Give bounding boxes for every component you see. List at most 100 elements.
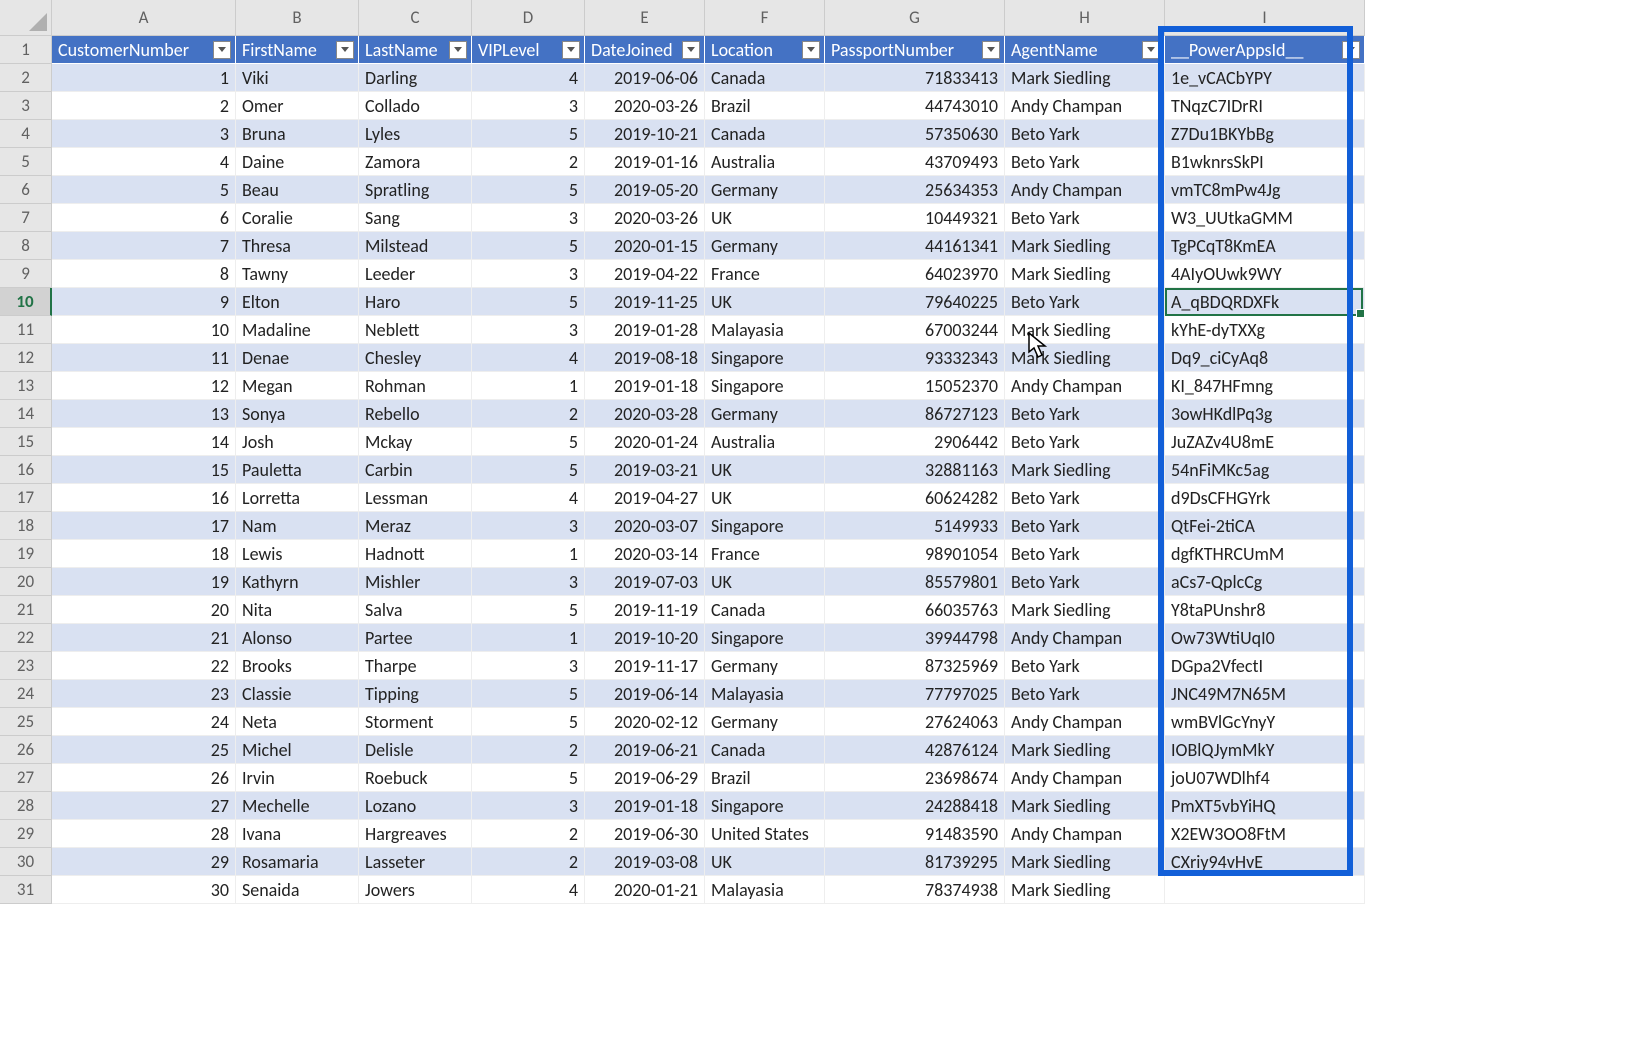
cell[interactable]: d9DsCFHGYrk bbox=[1165, 484, 1365, 512]
cell[interactable]: 2 bbox=[52, 92, 236, 120]
cell[interactable]: 2 bbox=[472, 400, 585, 428]
cell[interactable]: Andy Champan bbox=[1005, 764, 1165, 792]
cell[interactable]: 3 bbox=[52, 120, 236, 148]
filter-dropdown-icon[interactable] bbox=[562, 41, 580, 59]
cell[interactable]: 19 bbox=[52, 568, 236, 596]
cell[interactable]: 4 bbox=[52, 148, 236, 176]
cell[interactable]: Canada bbox=[705, 736, 825, 764]
cell[interactable]: 86727123 bbox=[825, 400, 1005, 428]
cell[interactable]: 4 bbox=[472, 876, 585, 904]
cell[interactable]: 79640225 bbox=[825, 288, 1005, 316]
cell[interactable]: 2019-01-16 bbox=[585, 148, 705, 176]
cell[interactable]: 71833413 bbox=[825, 64, 1005, 92]
cell[interactable]: Ow73WtiUqI0 bbox=[1165, 624, 1365, 652]
cell[interactable]: Dq9_ciCyAq8 bbox=[1165, 344, 1365, 372]
cell[interactable]: Andy Champan bbox=[1005, 708, 1165, 736]
cell[interactable]: UK bbox=[705, 484, 825, 512]
row-header-30[interactable]: 30 bbox=[0, 848, 52, 876]
cell[interactable]: 24288418 bbox=[825, 792, 1005, 820]
cell[interactable]: Y8taPUnshr8 bbox=[1165, 596, 1365, 624]
cell[interactable]: Lyles bbox=[359, 120, 472, 148]
cell[interactable]: 2019-10-21 bbox=[585, 120, 705, 148]
cell[interactable]: 10449321 bbox=[825, 204, 1005, 232]
cell[interactable]: 44743010 bbox=[825, 92, 1005, 120]
cell[interactable]: Andy Champan bbox=[1005, 624, 1165, 652]
cell[interactable]: 32881163 bbox=[825, 456, 1005, 484]
cell[interactable]: 3 bbox=[472, 792, 585, 820]
cell[interactable]: 5 bbox=[472, 232, 585, 260]
cell[interactable]: 2 bbox=[472, 736, 585, 764]
row-header-18[interactable]: 18 bbox=[0, 512, 52, 540]
cell[interactable]: 2906442 bbox=[825, 428, 1005, 456]
row-header-17[interactable]: 17 bbox=[0, 484, 52, 512]
spreadsheet-grid[interactable]: ABCDEFGHI1CustomerNumberFirstNameLastNam… bbox=[0, 0, 1628, 904]
cell[interactable]: CXriy94vHvE bbox=[1165, 848, 1365, 876]
cell[interactable]: 5 bbox=[52, 176, 236, 204]
cell[interactable]: B1wknrsSkPI bbox=[1165, 148, 1365, 176]
cell[interactable]: Beto Yark bbox=[1005, 568, 1165, 596]
cell[interactable]: Beto Yark bbox=[1005, 652, 1165, 680]
cell[interactable]: 2019-03-08 bbox=[585, 848, 705, 876]
cell[interactable]: UK bbox=[705, 204, 825, 232]
cell[interactable]: Brazil bbox=[705, 92, 825, 120]
row-header-28[interactable]: 28 bbox=[0, 792, 52, 820]
cell[interactable]: Beto Yark bbox=[1005, 484, 1165, 512]
cell[interactable]: Josh bbox=[236, 428, 359, 456]
cell[interactable]: Partee bbox=[359, 624, 472, 652]
cell[interactable]: 4 bbox=[472, 64, 585, 92]
cell[interactable]: 3 bbox=[472, 568, 585, 596]
column-header-H[interactable]: H bbox=[1005, 0, 1165, 36]
cell[interactable]: 77797025 bbox=[825, 680, 1005, 708]
row-header-31[interactable]: 31 bbox=[0, 876, 52, 904]
filter-dropdown-icon[interactable] bbox=[1142, 41, 1160, 59]
cell[interactable]: 3 bbox=[472, 652, 585, 680]
cell[interactable]: Mechelle bbox=[236, 792, 359, 820]
table-header-datejoined[interactable]: DateJoined bbox=[585, 36, 705, 64]
cell[interactable]: 3 bbox=[472, 316, 585, 344]
cell[interactable]: 87325969 bbox=[825, 652, 1005, 680]
cell[interactable]: Coralie bbox=[236, 204, 359, 232]
row-header-22[interactable]: 22 bbox=[0, 624, 52, 652]
cell[interactable]: Lasseter bbox=[359, 848, 472, 876]
cell[interactable]: dgfKTHRCUmM bbox=[1165, 540, 1365, 568]
cell[interactable]: Daine bbox=[236, 148, 359, 176]
cell[interactable]: Elton bbox=[236, 288, 359, 316]
cell[interactable]: UK bbox=[705, 568, 825, 596]
row-header-4[interactable]: 4 bbox=[0, 120, 52, 148]
cell[interactable]: 91483590 bbox=[825, 820, 1005, 848]
cell[interactable]: Mark Siedling bbox=[1005, 848, 1165, 876]
cell[interactable]: 5 bbox=[472, 596, 585, 624]
cell[interactable]: 2019-01-18 bbox=[585, 372, 705, 400]
cell[interactable]: 26 bbox=[52, 764, 236, 792]
cell[interactable]: 2020-03-07 bbox=[585, 512, 705, 540]
cell[interactable]: Kathyrn bbox=[236, 568, 359, 596]
cell[interactable]: KI_847HFmng bbox=[1165, 372, 1365, 400]
cell[interactable]: 23698674 bbox=[825, 764, 1005, 792]
cell[interactable]: 25634353 bbox=[825, 176, 1005, 204]
row-header-19[interactable]: 19 bbox=[0, 540, 52, 568]
cell[interactable]: 2019-11-19 bbox=[585, 596, 705, 624]
cell[interactable]: Delisle bbox=[359, 736, 472, 764]
cell[interactable]: Germany bbox=[705, 232, 825, 260]
cell[interactable]: Neblett bbox=[359, 316, 472, 344]
cell[interactable]: Chesley bbox=[359, 344, 472, 372]
row-header-2[interactable]: 2 bbox=[0, 64, 52, 92]
cell[interactable]: Andy Champan bbox=[1005, 372, 1165, 400]
row-header-7[interactable]: 7 bbox=[0, 204, 52, 232]
cell[interactable]: Salva bbox=[359, 596, 472, 624]
row-header-3[interactable]: 3 bbox=[0, 92, 52, 120]
cell[interactable]: Beto Yark bbox=[1005, 400, 1165, 428]
cell[interactable]: Roebuck bbox=[359, 764, 472, 792]
cell[interactable]: 9 bbox=[52, 288, 236, 316]
cell[interactable]: UK bbox=[705, 848, 825, 876]
cell[interactable]: 5149933 bbox=[825, 512, 1005, 540]
cell[interactable]: Beto Yark bbox=[1005, 512, 1165, 540]
cell[interactable]: 2020-01-15 bbox=[585, 232, 705, 260]
cell[interactable]: wmBVlGcYnyY bbox=[1165, 708, 1365, 736]
cell[interactable]: Mark Siedling bbox=[1005, 736, 1165, 764]
cell[interactable]: Storment bbox=[359, 708, 472, 736]
cell[interactable]: 22 bbox=[52, 652, 236, 680]
cell[interactable]: 4 bbox=[472, 344, 585, 372]
cell[interactable] bbox=[1165, 876, 1365, 904]
cell[interactable]: Canada bbox=[705, 120, 825, 148]
